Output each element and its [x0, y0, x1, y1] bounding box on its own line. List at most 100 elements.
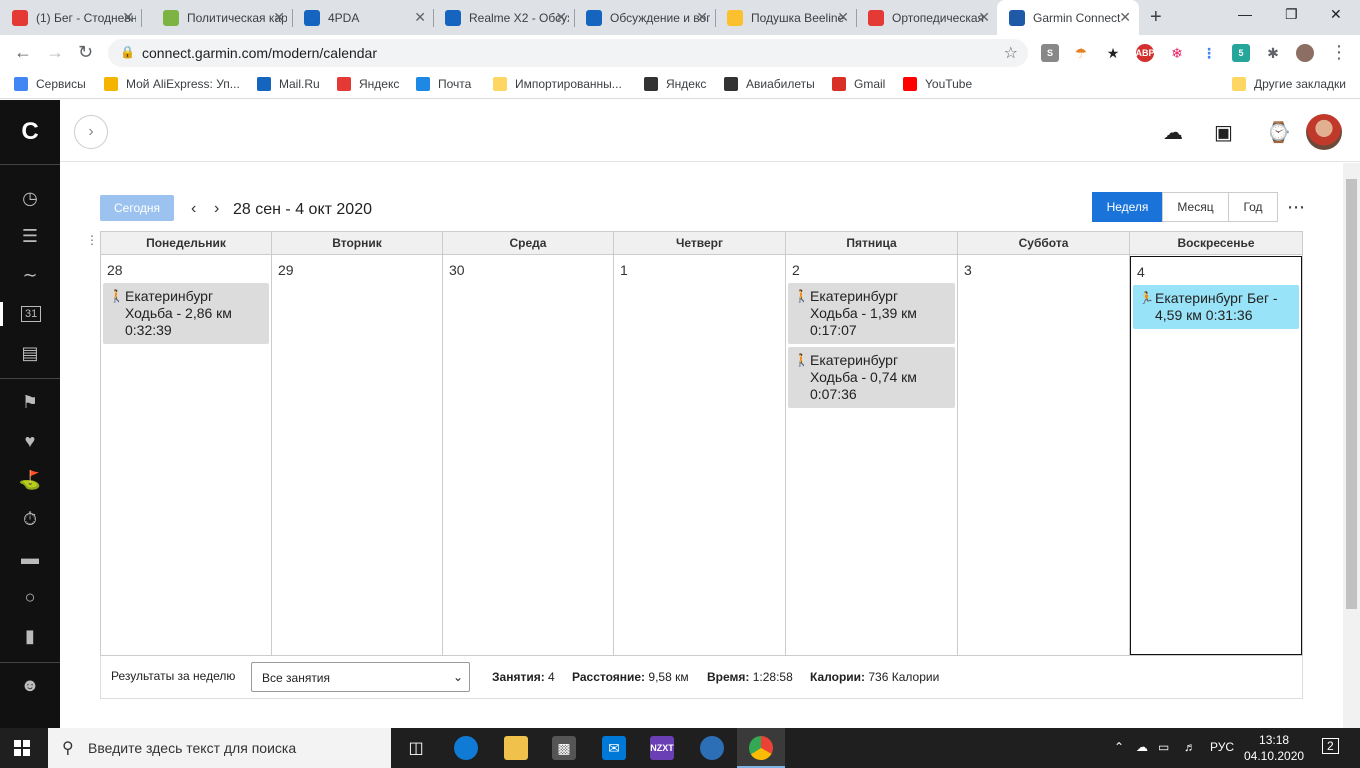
back-icon[interactable]: ←: [14, 42, 32, 63]
profile-avatar[interactable]: [1296, 44, 1314, 62]
shoe-icon[interactable]: ▬: [18, 546, 42, 570]
taskbar-search-input[interactable]: ⚲ Введите здесь текст для поиска: [48, 728, 391, 768]
view-month-button[interactable]: Месяц: [1162, 192, 1229, 222]
extension-dots-icon[interactable]: ⋮: [1200, 44, 1218, 62]
browser-tab[interactable]: 4PDA ✕: [292, 0, 434, 35]
extension-rainbow-icon[interactable]: ☂: [1072, 44, 1090, 62]
activity-event[interactable]: 🚶 Екатеринбург Ходьба - 1,39 км 0:17:07: [788, 283, 955, 344]
tab-close-icon[interactable]: ✕: [414, 9, 426, 26]
connections-people-icon[interactable]: ☻: [18, 673, 42, 697]
next-week-arrow-icon[interactable]: ›: [214, 200, 219, 218]
new-tab-button[interactable]: +: [1150, 6, 1162, 29]
other-bookmarks[interactable]: Другие закладки: [1232, 77, 1346, 91]
day-cell[interactable]: 3: [958, 262, 1129, 282]
browser-tab[interactable]: Ортопедическая ✕: [856, 0, 998, 35]
day-column[interactable]: Вторник 29: [272, 232, 443, 655]
browser-tab[interactable]: Подушка Beeline ✕: [715, 0, 857, 35]
activity-person-icon[interactable]: ⚑: [18, 390, 42, 414]
browser-tab[interactable]: Realme X2 - Обсуждение✕: [433, 0, 575, 35]
nzxt-icon[interactable]: NZXT: [650, 736, 674, 760]
clock[interactable]: 13:18 04.10.2020: [1244, 732, 1304, 764]
bookmark-item[interactable]: Яндекс: [337, 77, 399, 91]
golf-icon[interactable]: ⛳: [18, 468, 42, 492]
tab-close-icon[interactable]: ✕: [122, 9, 134, 26]
tab-close-icon[interactable]: ✕: [273, 9, 285, 26]
scrollbar-thumb[interactable]: [1346, 179, 1357, 609]
tray-chevron-up-icon[interactable]: ⌃: [1114, 740, 1124, 754]
bookmark-item[interactable]: YouTube: [903, 77, 972, 91]
lightbulb-icon[interactable]: ○: [18, 585, 42, 609]
browser-tab[interactable]: (1) Бег - Стодневный✕: [0, 0, 142, 35]
extension-s-icon[interactable]: S: [1041, 44, 1059, 62]
mail-icon[interactable]: ✉: [602, 736, 626, 760]
browser-tab[interactable]: Garmin Connect ✕: [997, 0, 1139, 35]
day-cell[interactable]: 1: [614, 262, 785, 282]
reload-icon[interactable]: ↻: [78, 42, 93, 63]
bookmark-star-icon[interactable]: ☆: [1004, 43, 1018, 63]
inbox-icon[interactable]: ▣: [1214, 120, 1233, 145]
tab-close-icon[interactable]: ✕: [555, 9, 567, 26]
heart-icon[interactable]: ♥: [18, 429, 42, 453]
day-cell[interactable]: 28 🚶 Екатеринбург Ходьба - 2,86 км 0:32:39: [101, 262, 271, 344]
bookmark-item[interactable]: Gmail: [832, 77, 885, 91]
day-cell[interactable]: 4 🏃 Екатеринбург Бег - 4,59 км 0:31:36: [1130, 256, 1302, 655]
extension-colorful-icon[interactable]: ❄: [1168, 44, 1186, 62]
activity-event[interactable]: 🚶 Екатеринбург Ходьба - 0,74 км 0:07:36: [788, 347, 955, 408]
trend-line-icon[interactable]: ∼: [18, 263, 42, 287]
bookmark-item[interactable]: Мой AliExpress: Уп...: [104, 77, 240, 91]
calendar-icon[interactable]: 31: [0, 302, 60, 326]
activity-event[interactable]: 🚶 Екатеринбург Ходьба - 2,86 км 0:32:39: [103, 283, 269, 344]
bookmark-item[interactable]: Импортированны...: [493, 77, 622, 91]
view-week-button[interactable]: Неделя: [1092, 192, 1163, 222]
browser-menu-icon[interactable]: ⋮: [1330, 42, 1348, 63]
tab-close-icon[interactable]: ✕: [1119, 9, 1131, 26]
user-avatar[interactable]: [1306, 114, 1342, 150]
device-watch-icon[interactable]: ⌚: [1266, 120, 1291, 145]
language-indicator[interactable]: РУС: [1210, 740, 1234, 754]
prev-week-arrow-icon[interactable]: ‹: [191, 200, 196, 218]
upload-cloud-icon[interactable]: ☁: [1163, 120, 1183, 145]
weather-cloud-icon[interactable]: ☁: [1136, 740, 1148, 754]
file-explorer-icon[interactable]: [504, 736, 528, 760]
day-cell[interactable]: 30: [443, 262, 613, 282]
activity-event[interactable]: 🏃 Екатеринбург Бег - 4,59 км 0:31:36: [1133, 285, 1299, 329]
notifications-icon[interactable]: 2: [1322, 738, 1339, 754]
tab-close-icon[interactable]: ✕: [978, 9, 990, 26]
more-options-icon[interactable]: ⋯: [1287, 197, 1306, 218]
day-cell[interactable]: 2 🚶 Екатеринбург Ходьба - 1,39 км 0:17:07 🚶…: [786, 262, 957, 408]
extensions-puzzle-icon[interactable]: ✱: [1264, 44, 1282, 62]
adblock-icon[interactable]: ABP: [1136, 44, 1155, 62]
close-window-button[interactable]: ✕: [1330, 6, 1342, 23]
restore-button[interactable]: ❐: [1285, 6, 1298, 23]
bookmark-item[interactable]: Mail.Ru: [257, 77, 320, 91]
day-column[interactable]: Суббота 3: [958, 232, 1130, 655]
day-column[interactable]: Воскресенье 4 🏃 Екатеринбург Бег - 4,59 км …: [1130, 232, 1302, 655]
day-column[interactable]: Четверг 1: [614, 232, 786, 655]
dashboard-gauge-icon[interactable]: ◷: [18, 186, 42, 210]
globe-app-icon[interactable]: [700, 736, 724, 760]
forward-icon[interactable]: →: [46, 42, 64, 63]
bookmark-item[interactable]: Авиабилеты: [724, 77, 815, 91]
bookmark-item[interactable]: Почта: [416, 77, 471, 91]
windows-start-icon[interactable]: [14, 740, 30, 756]
url-bar[interactable]: 🔒 connect.garmin.com/modern/calendar ☆: [108, 39, 1028, 67]
network-icon[interactable]: ▭: [1158, 740, 1169, 754]
extension-badge-icon[interactable]: 5: [1232, 44, 1250, 62]
browser-tab[interactable]: Обсуждение и вопросы✕: [574, 0, 716, 35]
today-button[interactable]: Сегодня: [100, 195, 174, 221]
stopwatch-icon[interactable]: ⏱: [18, 507, 42, 531]
task-view-icon[interactable]: ◫: [404, 736, 428, 760]
day-cell[interactable]: 29: [272, 262, 442, 282]
edge-icon[interactable]: [454, 736, 478, 760]
bookmark-item[interactable]: Сервисы: [14, 77, 86, 91]
chrome-icon[interactable]: [749, 736, 773, 760]
garmin-logo-icon[interactable]: C: [18, 118, 42, 145]
expand-sidebar-button[interactable]: ›: [74, 115, 108, 149]
star-extension-icon[interactable]: ★: [1104, 44, 1122, 62]
layers-icon[interactable]: ☰: [18, 224, 42, 248]
browser-tab[interactable]: Политическая карта✕: [151, 0, 293, 35]
volume-icon[interactable]: ♬: [1184, 740, 1196, 754]
reports-bar-icon[interactable]: ▮: [18, 624, 42, 648]
day-column[interactable]: Пятница 2 🚶 Екатеринбург Ходьба - 1,39 км 0…: [786, 232, 958, 655]
news-icon[interactable]: ▤: [18, 341, 42, 365]
